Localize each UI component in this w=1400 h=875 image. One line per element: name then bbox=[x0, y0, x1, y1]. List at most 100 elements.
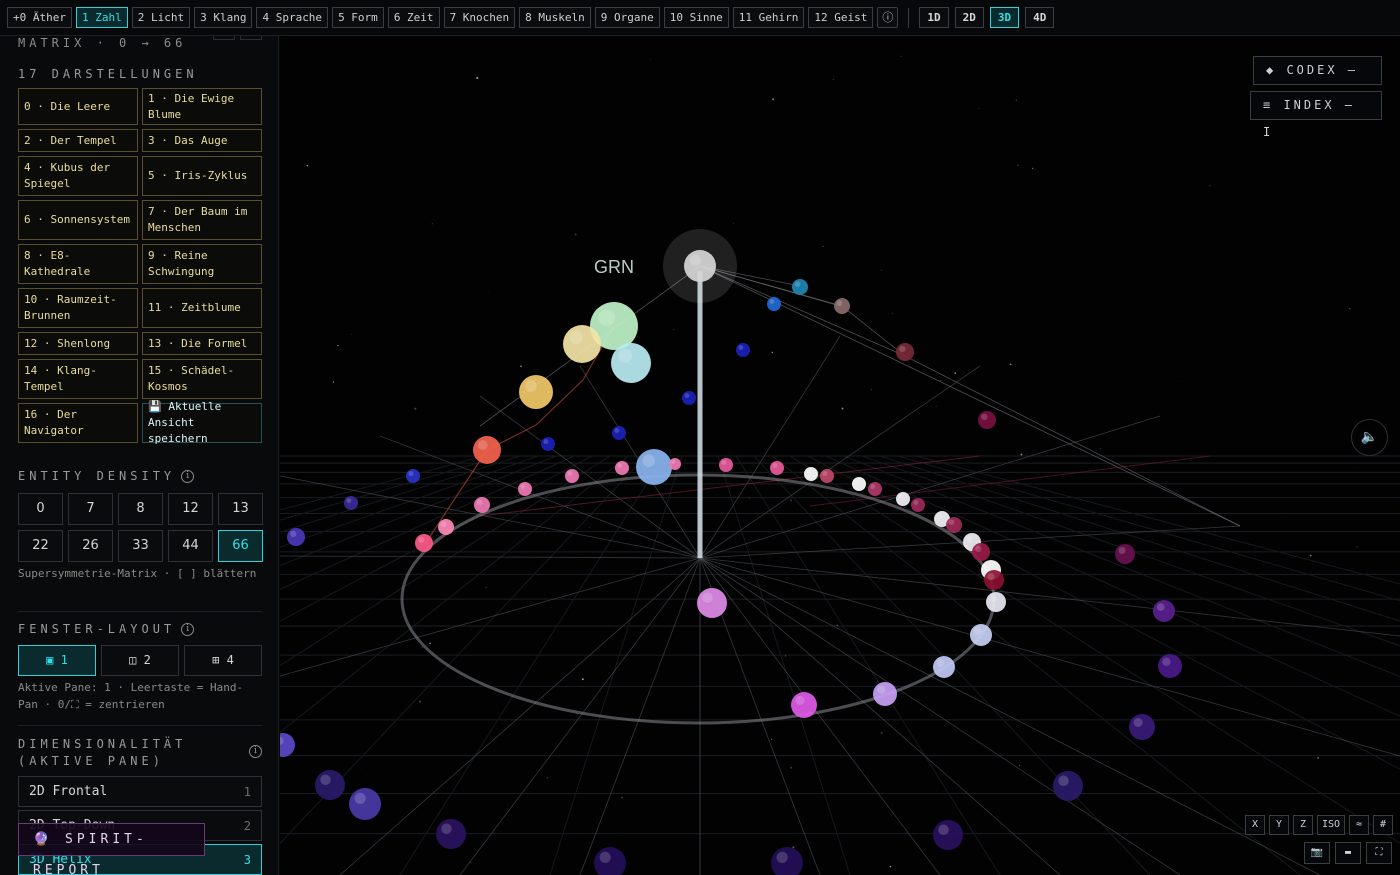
density-hint: Supersymmetrie-Matrix · [ ] blättern bbox=[18, 567, 257, 580]
density-option-7[interactable]: 7 bbox=[68, 493, 113, 525]
density-option-0[interactable]: 0 bbox=[18, 493, 63, 525]
spoke-line bbox=[699, 557, 1400, 637]
node-highlight bbox=[290, 530, 297, 537]
spirit-report-button[interactable]: 🔮 SPIRIT-REPORT bbox=[18, 823, 205, 875]
tab-2[interactable]: 2 Licht bbox=[131, 7, 191, 28]
representation-2[interactable]: 2 · Der Tempel bbox=[18, 129, 138, 152]
node-highlight bbox=[938, 824, 949, 835]
tab-10[interactable]: 10 Sinne bbox=[663, 7, 729, 28]
axis-button-0[interactable]: X bbox=[1245, 815, 1265, 835]
axis-button-1[interactable]: Y bbox=[1269, 815, 1289, 835]
representation-9[interactable]: 9 · Reine Schwingung bbox=[142, 244, 262, 284]
node-highlight bbox=[975, 545, 982, 552]
representation-11[interactable]: 11 · Zeitblume bbox=[142, 288, 262, 328]
tab-5[interactable]: 5 Form bbox=[332, 7, 384, 28]
visualization-canvas[interactable]: GRN bbox=[280, 36, 1400, 875]
density-option-26[interactable]: 26 bbox=[68, 530, 113, 562]
representation-6[interactable]: 6 · Sonnensystem bbox=[18, 200, 138, 240]
representation-14[interactable]: 14 · Klang-Tempel bbox=[18, 359, 138, 399]
density-info-icon[interactable]: i bbox=[181, 469, 195, 483]
node-highlight bbox=[794, 281, 801, 287]
density-option-44[interactable]: 44 bbox=[168, 530, 213, 562]
representation-5[interactable]: 5 · Iris-Zyklus bbox=[142, 156, 262, 196]
tab-9[interactable]: 9 Organe bbox=[594, 7, 660, 28]
grid-line bbox=[280, 455, 485, 511]
node-highlight bbox=[642, 454, 655, 468]
dimensionality-shortcut: 3 bbox=[243, 852, 251, 867]
star bbox=[476, 76, 479, 80]
panel-toggle-button[interactable]: ▬ bbox=[1335, 842, 1361, 864]
axis-button-4[interactable]: ≈ bbox=[1349, 815, 1370, 835]
layout-option-3[interactable]: ⊞ 4 bbox=[184, 645, 262, 676]
tab-11[interactable]: 11 Gehirn bbox=[732, 7, 805, 28]
density-option-66[interactable]: 66 bbox=[218, 530, 263, 562]
helix-scene[interactable]: GRN bbox=[280, 36, 1400, 875]
star bbox=[939, 380, 941, 382]
star bbox=[871, 389, 872, 391]
index-button[interactable]: ≡ INDEX — I bbox=[1250, 91, 1382, 139]
layout-option-2[interactable]: ◫ 2 bbox=[101, 645, 179, 676]
representation-10[interactable]: 10 · Raumzeit-Brunnen bbox=[18, 288, 138, 328]
tab-4[interactable]: 4 Sprache bbox=[256, 7, 329, 28]
fullscreen-button[interactable]: ⛶ bbox=[1366, 842, 1392, 864]
tab-8[interactable]: 8 Muskeln bbox=[519, 7, 591, 28]
layout-option-1[interactable]: ▣ 1 bbox=[18, 645, 96, 676]
dim-1d-button[interactable]: 1D bbox=[919, 7, 949, 28]
sound-mute-icon[interactable]: 🔈 bbox=[1351, 419, 1388, 456]
scroll-down-button[interactable] bbox=[240, 36, 262, 40]
tab-3[interactable]: 3 Klang bbox=[194, 7, 253, 28]
tab-6[interactable]: 6 Zeit bbox=[387, 7, 440, 28]
axis-button-2[interactable]: Z bbox=[1293, 815, 1313, 835]
axis-button-5[interactable]: # bbox=[1373, 815, 1394, 835]
entity-node bbox=[1115, 544, 1135, 564]
tab-1[interactable]: 1 Zahl bbox=[75, 7, 128, 28]
codex-button[interactable]: ◆ CODEX — C bbox=[1253, 56, 1382, 104]
node-highlight bbox=[524, 380, 537, 392]
node-highlight bbox=[877, 685, 886, 694]
save-view-button[interactable]: 💾 Aktuelle Ansicht speichern bbox=[142, 400, 262, 445]
entity-node bbox=[791, 692, 817, 718]
entity-node bbox=[896, 343, 914, 361]
representation-7[interactable]: 7 · Der Baum im Menschen bbox=[142, 200, 262, 240]
density-option-12[interactable]: 12 bbox=[168, 493, 213, 525]
node-highlight bbox=[738, 345, 744, 350]
star bbox=[431, 223, 433, 225]
tab-0[interactable]: +0 Äther bbox=[7, 7, 72, 28]
representation-16[interactable]: 16 · Der Navigator bbox=[18, 403, 138, 443]
density-option-22[interactable]: 22 bbox=[18, 530, 63, 562]
dimensionality-option-1[interactable]: 2D Frontal 1 bbox=[18, 776, 262, 807]
dim-3d-button[interactable]: 3D bbox=[989, 7, 1020, 28]
axis-view-buttons: X Y Z ISO ≈ # bbox=[1245, 815, 1394, 835]
sidebar: MATRIX · 0 → 66 17 DARSTELLUNGEN 0 · Die… bbox=[0, 36, 279, 875]
scroll-up-button[interactable] bbox=[213, 36, 235, 40]
grid-line bbox=[717, 455, 851, 875]
tab-12[interactable]: 12 Geist bbox=[808, 7, 874, 28]
node-highlight bbox=[898, 494, 904, 499]
tab-7[interactable]: 7 Knochen bbox=[443, 7, 516, 28]
dim-4d-button[interactable]: 4D bbox=[1025, 7, 1055, 28]
representation-1[interactable]: 1 · Die Ewige Blume bbox=[142, 88, 262, 125]
axis-button-3[interactable]: ISO bbox=[1317, 815, 1346, 835]
density-option-8[interactable]: 8 bbox=[118, 493, 163, 525]
info-icon[interactable]: ⓘ bbox=[877, 7, 899, 28]
representation-15[interactable]: 15 · Schädel-Kosmos bbox=[142, 359, 262, 399]
density-option-13[interactable]: 13 bbox=[218, 493, 263, 525]
node-highlight bbox=[440, 521, 447, 527]
representation-0[interactable]: 0 · Die Leere bbox=[18, 88, 138, 125]
dimensionality-info-icon[interactable]: i bbox=[249, 745, 262, 758]
node-highlight bbox=[1058, 775, 1069, 786]
representation-12[interactable]: 12 · Shenlong bbox=[18, 332, 138, 355]
representation-8[interactable]: 8 · E8-Kathedrale bbox=[18, 244, 138, 284]
dim-2d-button[interactable]: 2D bbox=[954, 7, 984, 28]
layout-info-icon[interactable]: i bbox=[181, 622, 195, 636]
representation-4[interactable]: 4 · Kubus der Spiegel bbox=[18, 156, 138, 196]
star bbox=[892, 312, 894, 314]
density-option-33[interactable]: 33 bbox=[118, 530, 163, 562]
representation-13[interactable]: 13 · Die Formel bbox=[142, 332, 262, 355]
density-heading: ENTITY DENSITY i bbox=[18, 469, 195, 483]
representation-3[interactable]: 3 · Das Auge bbox=[142, 129, 262, 152]
layout-hint: Aktive Pane: 1 · Leertaste = Hand-Pan · … bbox=[18, 681, 244, 711]
grid-line bbox=[280, 455, 629, 733]
toolbar-divider bbox=[908, 7, 910, 28]
screenshot-button[interactable]: 📷 bbox=[1304, 842, 1330, 864]
